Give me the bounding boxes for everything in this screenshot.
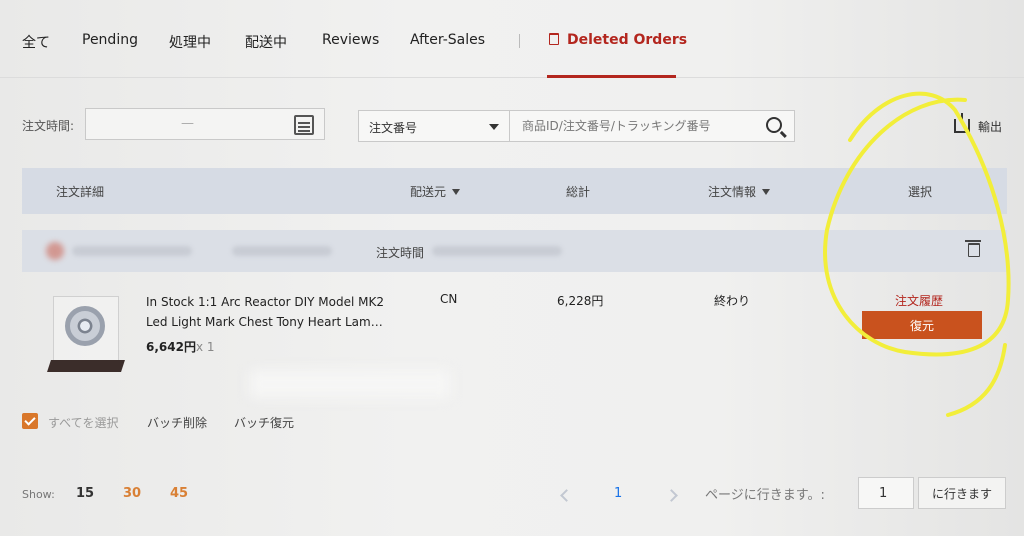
batch-restore-button[interactable]: バッチ復元	[234, 414, 294, 431]
order-time-label: 注文時間:	[22, 119, 75, 133]
order-group-header: 注文時間	[22, 230, 1007, 272]
total-value: 6,228円	[557, 294, 604, 308]
goto-page-label: ページに行きます。:	[705, 488, 825, 503]
page-size-45[interactable]: 45	[170, 486, 188, 501]
table-header: 注文詳細 配送元 総計 注文情報 選択	[22, 168, 1007, 214]
chevron-right-icon[interactable]	[665, 489, 678, 502]
product-image[interactable]	[45, 292, 127, 376]
select-all-checkbox[interactable]	[22, 413, 38, 429]
tab-reviews[interactable]: Reviews	[322, 32, 379, 48]
batch-delete-button[interactable]: バッチ削除	[147, 414, 207, 431]
chevron-left-icon[interactable]	[560, 489, 573, 502]
trash-icon	[549, 33, 559, 45]
tab-deleted-orders[interactable]: Deleted Orders	[549, 32, 687, 48]
col-total: 総計	[566, 185, 591, 199]
blurred-order-number	[232, 246, 332, 256]
tab-shipping[interactable]: 配送中	[245, 32, 287, 52]
caret-down-icon	[452, 189, 461, 195]
product-image-base	[47, 360, 125, 372]
search-type-value: 注文番号	[369, 121, 418, 135]
col-ship-from-label: 配送元	[410, 185, 447, 199]
blurred-store-name	[72, 246, 192, 256]
download-icon	[954, 113, 970, 133]
search-box	[510, 110, 795, 142]
date-separator: —	[181, 116, 194, 131]
tab-after-sales[interactable]: After-Sales	[410, 32, 485, 48]
quantity: x 1	[195, 340, 215, 354]
order-status: 終わり	[714, 294, 751, 308]
tab-divider	[519, 34, 520, 48]
current-page[interactable]: 1	[614, 486, 622, 501]
search-icon[interactable]	[766, 117, 782, 133]
tab-processing[interactable]: 処理中	[169, 32, 211, 52]
select-all-label[interactable]: すべてを選択	[48, 414, 118, 431]
ship-from-value: CN	[440, 292, 458, 306]
blurred-region	[250, 370, 450, 398]
export-label: 輸出	[978, 120, 1003, 134]
page-size-label: Show:	[22, 488, 55, 501]
date-range-picker[interactable]: —	[85, 108, 325, 140]
goto-page-button[interactable]: に行きます	[918, 477, 1006, 509]
restore-button[interactable]: 復元	[862, 311, 982, 339]
blurred-order-time	[432, 246, 562, 256]
search-type-select[interactable]: 注文番号	[358, 110, 510, 142]
product-title[interactable]: In Stock 1:1 Arc Reactor DIY Model MK2 L…	[146, 292, 396, 332]
col-ship-from[interactable]: 配送元	[410, 183, 461, 200]
price-value: 6,642円	[146, 340, 196, 354]
tab-deleted-orders-label: Deleted Orders	[567, 32, 688, 48]
order-time-label: 注文時間	[376, 246, 425, 260]
order-history-link[interactable]: 注文履歴	[895, 292, 943, 309]
col-order-details: 注文詳細	[56, 185, 105, 199]
page-size-15[interactable]: 15	[76, 486, 94, 501]
active-tab-underline	[547, 75, 676, 78]
export-button[interactable]: 輸出	[954, 113, 1003, 135]
page-size-30[interactable]: 30	[123, 486, 141, 501]
col-order-info[interactable]: 注文情報	[708, 183, 771, 200]
caret-down-icon	[489, 124, 499, 130]
order-tabs: 全て Pending 処理中 配送中 Reviews After-Sales D…	[0, 0, 1024, 78]
calendar-icon[interactable]	[294, 115, 314, 135]
goto-page-input[interactable]	[858, 477, 914, 509]
orders-page: 全て Pending 処理中 配送中 Reviews After-Sales D…	[0, 0, 1024, 536]
product-image-reactor	[65, 306, 105, 346]
col-select: 選択	[908, 185, 933, 199]
delete-icon[interactable]	[965, 240, 981, 257]
caret-down-icon	[762, 189, 771, 195]
col-order-info-label: 注文情報	[708, 185, 757, 199]
blurred-store-avatar	[46, 242, 64, 260]
product-price: 6,642円x 1	[146, 338, 215, 355]
search-input[interactable]	[510, 111, 755, 141]
tab-all[interactable]: 全て	[22, 32, 50, 52]
tab-pending[interactable]: Pending	[82, 32, 138, 48]
